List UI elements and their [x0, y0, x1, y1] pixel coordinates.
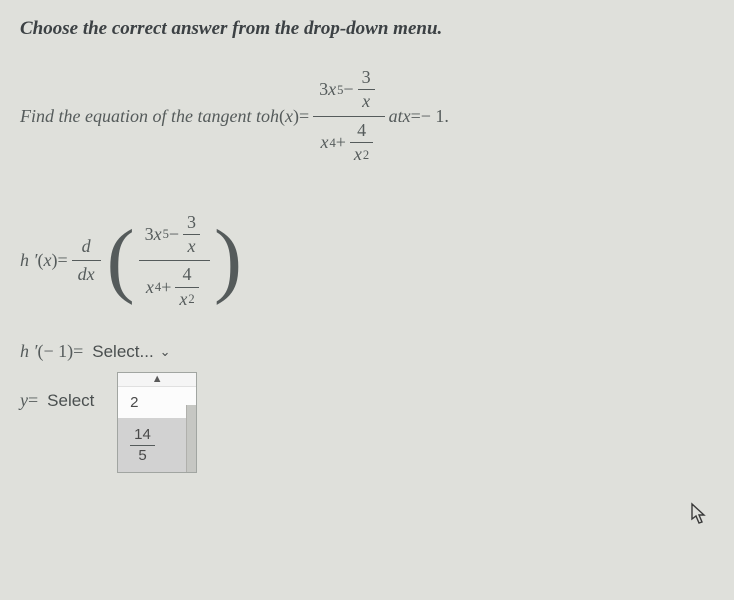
coef-3: 3	[319, 78, 328, 101]
inner-frac-3-over-x: 3 x	[358, 66, 375, 114]
inner-3-over-x-b: 3 x	[183, 211, 200, 259]
inner-den-x: x	[358, 90, 374, 113]
d-bot: dx	[72, 261, 101, 288]
d-top: d	[76, 233, 97, 260]
problem-prefix: Find the equation of the tangent to	[20, 106, 270, 127]
minus-sign: −	[343, 78, 353, 101]
derivative-row: h ′ ( x ) = d dx ( 3 x 5 − 3 x x	[20, 209, 714, 314]
coef-3b: 3	[145, 223, 154, 246]
y-row: y = Select ▲ 2 14 5	[20, 390, 714, 411]
mouse-cursor-icon	[690, 502, 710, 532]
d-dx: d dx	[72, 233, 101, 289]
h-prime-eval-row: h ′ ( − 1 ) = Select... ⌄	[20, 341, 714, 362]
chevron-down-icon: ⌄	[160, 344, 171, 360]
func-h: h	[270, 106, 279, 127]
numerator: 3 x 5 − 3 x	[313, 64, 384, 116]
n3b: 3	[183, 211, 200, 234]
select-y-dropdown[interactable]: Select ▲ 2 14 5	[47, 390, 94, 411]
func-arg-x: x	[285, 106, 293, 127]
menu-scroll-up-icon[interactable]: ▲	[118, 373, 196, 387]
instruction-text: Choose the correct answer from the drop-…	[20, 18, 714, 40]
equals-sign: =	[299, 106, 309, 127]
dropdown-scrollbar[interactable]	[186, 405, 196, 472]
den-5: 5	[134, 446, 150, 466]
inner-den-x2: x 2	[350, 143, 373, 166]
inner-numerator: 3 x 5 − 3 x	[139, 209, 210, 261]
denominator: x 4 + 4 x 2	[314, 117, 383, 169]
neg-one: − 1	[421, 106, 445, 127]
var-xd2b: x	[179, 288, 187, 311]
plus-sign: +	[336, 131, 346, 154]
var-x-den-b: x	[146, 276, 154, 299]
inner-num-3: 3	[358, 66, 375, 89]
dxb: x	[184, 235, 200, 258]
select-h-prime-dropdown[interactable]: Select... ⌄	[92, 342, 170, 362]
main-fraction: 3 x 5 − 3 x x 4 + 4 x 2	[313, 64, 384, 169]
arg-neg1: − 1	[43, 341, 67, 362]
h-prime-eval-label: h ′	[20, 341, 37, 362]
var-x: x	[328, 78, 336, 101]
problem-statement: Find the equation of the tangent to h ( …	[20, 64, 714, 169]
inner-frac-4-over-x2: 4 x 2	[350, 119, 373, 167]
menu-item-2[interactable]: 2	[118, 387, 196, 418]
select-label: Select...	[92, 342, 153, 362]
big-paren-left: (	[107, 231, 135, 290]
big-paren-right: )	[214, 231, 242, 290]
inner-den-x2b: x 2	[175, 288, 198, 311]
dropdown-menu[interactable]: ▲ 2 14 5	[117, 372, 197, 473]
inner-denominator: x 4 + 4 x 2	[140, 261, 209, 313]
minus-sign-b: −	[169, 223, 179, 246]
equals: =	[73, 341, 83, 362]
y-label: y	[20, 390, 28, 411]
inner-fraction: 3 x 5 − 3 x x 4 + 4 x	[139, 209, 210, 314]
var-xb: x	[154, 223, 162, 246]
paren-group: ( 3 x 5 − 3 x x 4 + 4	[107, 209, 242, 314]
inner-num-4: 4	[353, 119, 370, 142]
num-14: 14	[130, 425, 155, 445]
arg-x: x	[43, 250, 51, 271]
menu-item-14-over-5[interactable]: 14 5	[118, 418, 196, 472]
select-y-trigger[interactable]: Select	[47, 391, 94, 410]
n4b: 4	[179, 263, 196, 286]
plus-b: +	[161, 276, 171, 299]
x-var: x	[403, 106, 411, 127]
frac-14-5: 14 5	[130, 425, 155, 465]
inner-4-over-x2-b: 4 x 2	[175, 263, 198, 311]
eq2: =	[411, 106, 421, 127]
var-x-d2: x	[354, 143, 362, 166]
var-x-den: x	[320, 131, 328, 154]
equals-sign: =	[57, 250, 67, 271]
h-prime-label: h ′	[20, 250, 37, 271]
equals: =	[28, 390, 38, 411]
period: .	[444, 106, 449, 127]
at-text: at	[389, 106, 403, 127]
